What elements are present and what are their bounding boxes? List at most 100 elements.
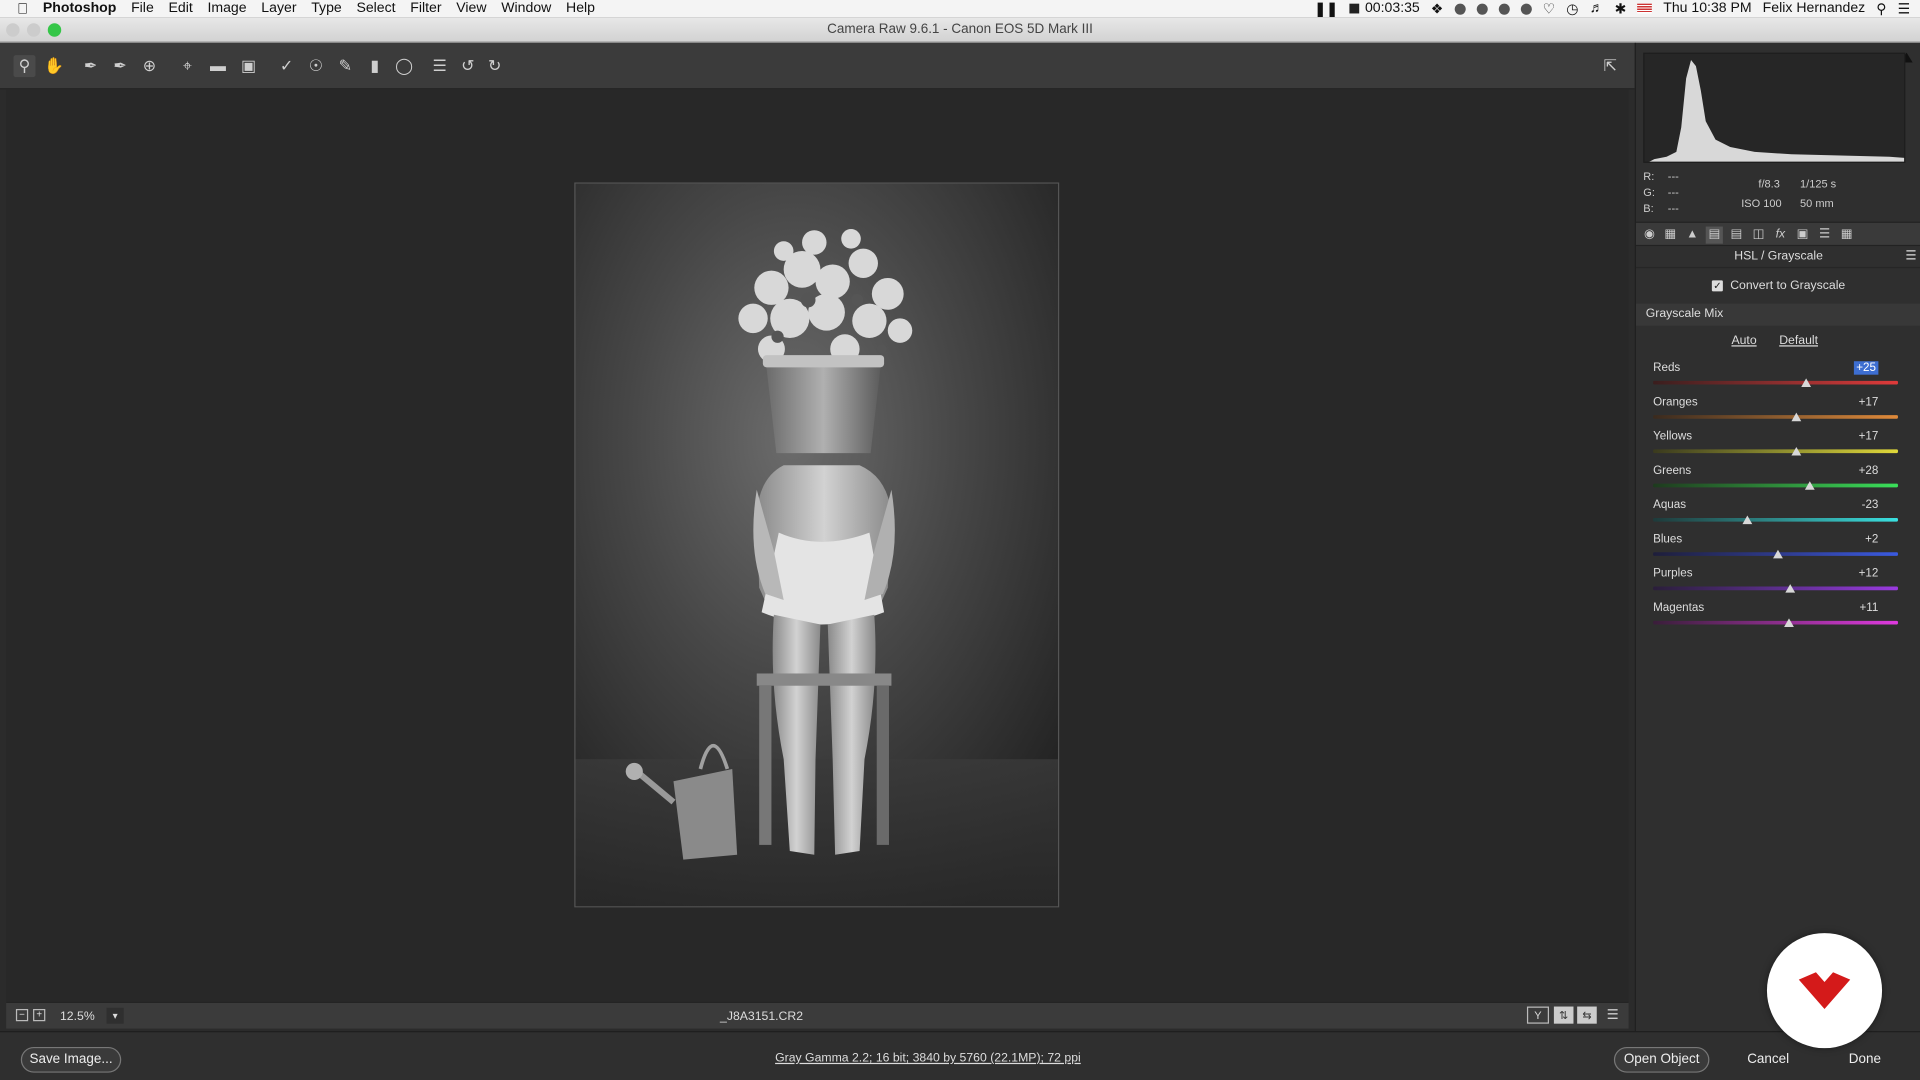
- slider-thumb[interactable]: [1801, 378, 1812, 387]
- zoom-level[interactable]: 12.5%: [60, 1010, 95, 1023]
- slider-purples[interactable]: Purples +12: [1653, 567, 1898, 601]
- cancel-button[interactable]: Cancel: [1730, 1047, 1806, 1073]
- menu-app-photoshop[interactable]: Photoshop: [36, 0, 124, 17]
- slider-thumb[interactable]: [1742, 515, 1753, 525]
- slider-track[interactable]: [1653, 449, 1898, 454]
- before-after-view-icon[interactable]: Y: [1526, 1006, 1549, 1024]
- apple-menu-icon[interactable]: : [10, 0, 36, 17]
- grayscale-mix-tab[interactable]: Grayscale Mix: [1646, 307, 1724, 320]
- menu-view[interactable]: View: [449, 0, 494, 17]
- color-sampler-tool-icon[interactable]: ✒: [109, 55, 131, 77]
- preferences-icon[interactable]: ☰: [429, 55, 451, 77]
- convert-grayscale-label[interactable]: Convert to Grayscale: [1730, 279, 1845, 292]
- rotate-cw-icon[interactable]: ↻: [484, 55, 506, 77]
- transform-tool-icon[interactable]: ▣: [238, 55, 260, 77]
- close-window-icon[interactable]: [6, 23, 20, 37]
- slider-value[interactable]: +25: [1853, 361, 1879, 375]
- slider-thumb[interactable]: [1804, 481, 1815, 490]
- pause-icon[interactable]: ❚❚: [1314, 0, 1338, 17]
- targeted-adjustment-tool-icon[interactable]: ⊕: [138, 55, 160, 77]
- flag-icon[interactable]: [1637, 3, 1653, 14]
- volume-icon[interactable]: ♬: [1590, 1, 1604, 16]
- default-link[interactable]: Default: [1779, 334, 1818, 347]
- red-eye-removal-tool-icon[interactable]: ☉: [305, 55, 327, 77]
- slider-track[interactable]: [1653, 517, 1898, 522]
- slider-value[interactable]: +12: [1854, 567, 1879, 580]
- zoom-in-icon[interactable]: +: [33, 1008, 46, 1022]
- open-object-button[interactable]: Open Object: [1613, 1046, 1710, 1073]
- menu-filter[interactable]: Filter: [403, 0, 449, 17]
- menu-image[interactable]: Image: [200, 0, 254, 17]
- done-button[interactable]: Done: [1828, 1047, 1901, 1073]
- rotate-ccw-icon[interactable]: ↺: [457, 55, 479, 77]
- bluetooth-icon[interactable]: ✱: [1615, 0, 1627, 17]
- panel-menu-icon[interactable]: ☰: [1905, 246, 1916, 268]
- slider-blues[interactable]: Blues +2: [1653, 533, 1898, 567]
- swap-before-after-icon[interactable]: ⇅: [1553, 1006, 1574, 1024]
- notification-center-icon[interactable]: ☰: [1898, 0, 1911, 17]
- slider-value[interactable]: -23: [1854, 498, 1879, 511]
- menu-layer[interactable]: Layer: [254, 0, 304, 17]
- slider-value[interactable]: +11: [1854, 601, 1878, 614]
- auto-link[interactable]: Auto: [1731, 334, 1756, 347]
- slider-thumb[interactable]: [1773, 549, 1783, 559]
- dropbox-icon[interactable]: ❖: [1431, 0, 1444, 17]
- tab-tone-curve-icon[interactable]: ▦: [1662, 227, 1679, 244]
- copy-settings-icon[interactable]: ⇆: [1577, 1006, 1597, 1024]
- radial-filter-icon[interactable]: ◯: [393, 55, 415, 77]
- menu-edit[interactable]: Edit: [161, 0, 200, 17]
- slider-track[interactable]: [1653, 586, 1898, 591]
- status-icon-1[interactable]: [1454, 3, 1466, 15]
- slider-track[interactable]: [1653, 620, 1898, 625]
- tab-snapshots-icon[interactable]: ▦: [1838, 227, 1855, 244]
- toggle-fullscreen-icon[interactable]: ⇱: [1599, 55, 1621, 77]
- status-icon-4[interactable]: [1520, 3, 1532, 15]
- slider-value[interactable]: +17: [1854, 430, 1879, 443]
- tab-camera-calibration-icon[interactable]: ▣: [1794, 227, 1811, 244]
- slider-thumb[interactable]: [1784, 618, 1794, 627]
- menu-file[interactable]: File: [124, 0, 161, 17]
- slider-track[interactable]: [1653, 415, 1898, 419]
- tab-presets-icon[interactable]: ☰: [1816, 227, 1833, 244]
- tab-split-toning-icon[interactable]: ▤: [1728, 227, 1745, 244]
- slider-value[interactable]: +2: [1854, 533, 1878, 546]
- toggle-settings-icon[interactable]: ☰: [1603, 1007, 1623, 1024]
- adjustment-brush-icon[interactable]: ✎: [334, 55, 356, 77]
- status-icon-2[interactable]: [1476, 3, 1488, 15]
- tab-lens-corrections-icon[interactable]: ◫: [1750, 227, 1767, 244]
- zoom-tool-icon[interactable]: ⚲: [13, 55, 36, 78]
- convert-grayscale-checkbox[interactable]: ✓: [1711, 280, 1723, 292]
- slider-oranges[interactable]: Oranges +17: [1653, 396, 1898, 430]
- stop-icon[interactable]: [1349, 3, 1359, 14]
- tab-detail-icon[interactable]: ▲: [1684, 227, 1701, 244]
- menubar-clock[interactable]: Thu 10:38 PM: [1663, 1, 1751, 16]
- menu-select[interactable]: Select: [349, 0, 403, 17]
- white-balance-tool-icon[interactable]: ✒: [80, 55, 102, 77]
- menu-window[interactable]: Window: [494, 0, 559, 17]
- graduated-filter-icon[interactable]: ▮: [364, 55, 386, 77]
- slider-track[interactable]: [1653, 483, 1898, 488]
- slider-aquas[interactable]: Aquas -23: [1653, 498, 1898, 532]
- zoom-out-icon[interactable]: −: [15, 1008, 29, 1022]
- menu-type[interactable]: Type: [304, 0, 349, 17]
- tab-basic-icon[interactable]: ◉: [1641, 227, 1658, 244]
- tab-effects-icon[interactable]: fx: [1772, 227, 1789, 244]
- slider-value[interactable]: +28: [1854, 464, 1879, 477]
- slider-magentas[interactable]: Magentas +11: [1653, 601, 1898, 635]
- spotlight-icon[interactable]: ⚲: [1876, 0, 1886, 17]
- workflow-options-link[interactable]: Gray Gamma 2.2; 16 bit; 3840 by 5760 (22…: [775, 1052, 1081, 1065]
- menubar-user[interactable]: Felix Hernandez: [1763, 1, 1866, 16]
- crop-tool-icon[interactable]: ⌖: [176, 55, 198, 77]
- slider-track[interactable]: [1653, 380, 1898, 385]
- hand-tool-icon[interactable]: ✋: [43, 55, 65, 77]
- menu-help[interactable]: Help: [559, 0, 603, 17]
- slider-thumb[interactable]: [1785, 584, 1796, 593]
- image-canvas[interactable]: [6, 89, 1629, 1002]
- time-machine-icon[interactable]: ◷: [1566, 0, 1578, 17]
- slider-yellows[interactable]: Yellows +17: [1653, 430, 1898, 464]
- slider-thumb[interactable]: [1791, 446, 1802, 456]
- minimize-window-icon[interactable]: [26, 23, 41, 37]
- slider-value[interactable]: +17: [1854, 396, 1879, 409]
- status-icon-3[interactable]: [1498, 3, 1510, 15]
- tab-hsl-icon[interactable]: ▤: [1705, 226, 1723, 244]
